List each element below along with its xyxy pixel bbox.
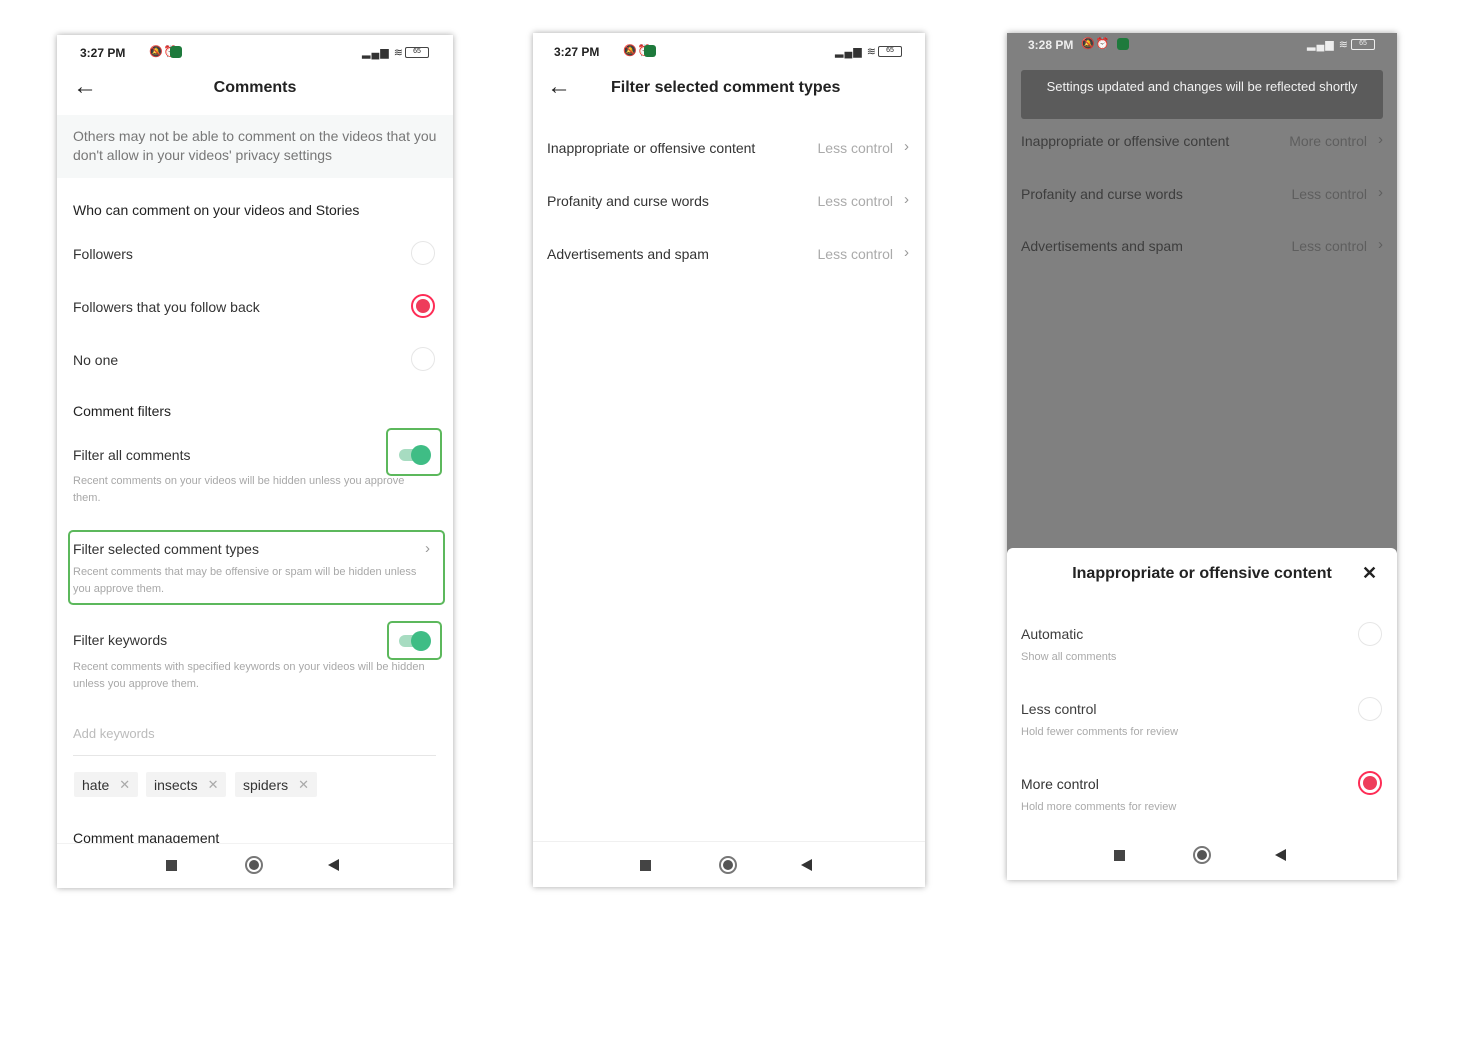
option-more-control[interactable]: More control (1021, 776, 1099, 792)
option-no-one[interactable]: No one (73, 352, 118, 368)
radio-more-control[interactable] (1358, 771, 1382, 795)
signal-wifi-icon: ▂▄▆ ≋ (362, 47, 404, 59)
battery-icon: 65 (1351, 39, 1375, 50)
who-can-comment-heading: Who can comment on your videos and Stori… (73, 202, 360, 218)
row-label: Profanity and curse words (1021, 186, 1183, 202)
info-text: Others may not be able to comment on the… (73, 128, 437, 163)
option-desc: Hold fewer comments for review (1021, 726, 1179, 738)
status-time: 3:27 PM (554, 45, 600, 59)
recents-icon[interactable] (640, 860, 651, 871)
option-desc: Show all comments (1021, 651, 1117, 663)
chevron-right-icon: › (904, 191, 909, 208)
keyword-text: spiders (243, 776, 289, 793)
phone-screen-filter-types: 3:27 PM 🔕⏰ ▂▄▆ ≋ 65 ← Filter selected co… (533, 33, 925, 887)
chevron-right-icon: › (425, 540, 430, 557)
chevron-right-icon: › (1378, 184, 1383, 201)
row-label: Inappropriate or offensive content (547, 140, 756, 156)
comment-filters-heading: Comment filters (73, 403, 172, 419)
radio-followers[interactable] (411, 241, 435, 265)
option-followers[interactable]: Followers (73, 246, 133, 262)
page-title: Comments (213, 79, 297, 96)
app-notification-icon (170, 46, 182, 58)
divider (73, 755, 436, 756)
battery-icon: 65 (405, 47, 429, 58)
row-value: Less control (1291, 186, 1367, 202)
chevron-right-icon: › (904, 138, 909, 155)
toast-message: Settings updated and changes will be ref… (1021, 70, 1383, 119)
radio-automatic[interactable] (1358, 622, 1382, 646)
bottom-sheet: Inappropriate or offensive content ✕ Aut… (1007, 548, 1397, 880)
filter-keywords-desc: Recent comments with specified keywords … (73, 661, 425, 690)
row-value: Less control (817, 140, 893, 156)
signal-wifi-icon: ▂▄▆ ≋ (835, 46, 877, 58)
phone-screen-control-sheet: 3:28 PM 🔕⏰ ▂▄▆ ≋ 65 Settings updated and… (1007, 33, 1397, 880)
status-icons-left: 🔕⏰ (1081, 38, 1111, 50)
option-automatic[interactable]: Automatic (1021, 626, 1083, 642)
radio-no-one[interactable] (411, 347, 435, 371)
remove-keyword-icon[interactable]: ✕ (208, 777, 219, 793)
keyword-chip: spiders ✕ (235, 772, 318, 797)
back-icon[interactable] (328, 859, 339, 871)
filter-all-desc: Recent comments on your videos will be h… (73, 475, 405, 504)
battery-icon: 65 (878, 46, 902, 57)
row-label: Inappropriate or offensive content (1021, 133, 1230, 149)
radio-followers-follow-back[interactable] (411, 294, 435, 318)
home-icon[interactable] (1193, 846, 1211, 864)
row-label: Advertisements and spam (1021, 238, 1183, 254)
back-icon[interactable] (1275, 849, 1286, 861)
recents-icon[interactable] (1114, 850, 1125, 861)
row-value: Less control (817, 246, 893, 262)
app-notification-icon (1117, 38, 1129, 50)
close-icon[interactable]: ✕ (1362, 563, 1377, 584)
filter-all-toggle[interactable] (399, 445, 433, 465)
filter-keywords-label: Filter keywords (73, 632, 168, 648)
home-icon[interactable] (719, 856, 737, 874)
filter-selected-desc: Recent comments that may be offensive or… (73, 566, 417, 595)
add-keywords-input[interactable]: Add keywords (73, 726, 155, 741)
chevron-right-icon: › (904, 244, 909, 261)
option-desc: Hold more comments for review (1021, 801, 1177, 813)
home-icon[interactable] (245, 856, 263, 874)
row-value: More control (1289, 133, 1367, 149)
remove-keyword-icon[interactable]: ✕ (298, 777, 309, 793)
sheet-title: Inappropriate or offensive content (1072, 565, 1332, 582)
option-followers-follow-back[interactable]: Followers that you follow back (73, 299, 260, 315)
keyword-text: hate (82, 776, 110, 793)
back-icon[interactable] (801, 859, 812, 871)
back-arrow-icon[interactable]: ← (547, 75, 571, 99)
nav-divider (533, 841, 925, 842)
option-less-control[interactable]: Less control (1021, 701, 1096, 717)
radio-less-control[interactable] (1358, 697, 1382, 721)
signal-wifi-icon: ▂▄▆ ≋ (1307, 39, 1349, 51)
row-label: Profanity and curse words (547, 193, 709, 209)
recents-icon[interactable] (166, 860, 177, 871)
chevron-right-icon: › (1378, 131, 1383, 148)
phone-screen-comments: 3:27 PM 🔕⏰ ▂▄▆ ≋ 65 ← Comments Others ma… (57, 35, 453, 888)
remove-keyword-icon[interactable]: ✕ (119, 777, 130, 793)
keyword-text: insects (154, 776, 198, 793)
page-title: Filter selected comment types (611, 79, 841, 96)
keyword-chip: hate ✕ (74, 772, 139, 797)
row-value: Less control (1291, 238, 1367, 254)
chevron-right-icon: › (1378, 236, 1383, 253)
filter-selected-label: Filter selected comment types (73, 541, 259, 557)
status-time: 3:28 PM (1028, 38, 1074, 52)
row-value: Less control (817, 193, 893, 209)
filter-all-label: Filter all comments (73, 447, 191, 463)
status-time: 3:27 PM (80, 46, 126, 60)
filter-keywords-toggle[interactable] (399, 631, 433, 651)
row-label: Advertisements and spam (547, 246, 709, 262)
keyword-chip: insects ✕ (146, 772, 227, 797)
app-notification-icon (644, 45, 656, 57)
